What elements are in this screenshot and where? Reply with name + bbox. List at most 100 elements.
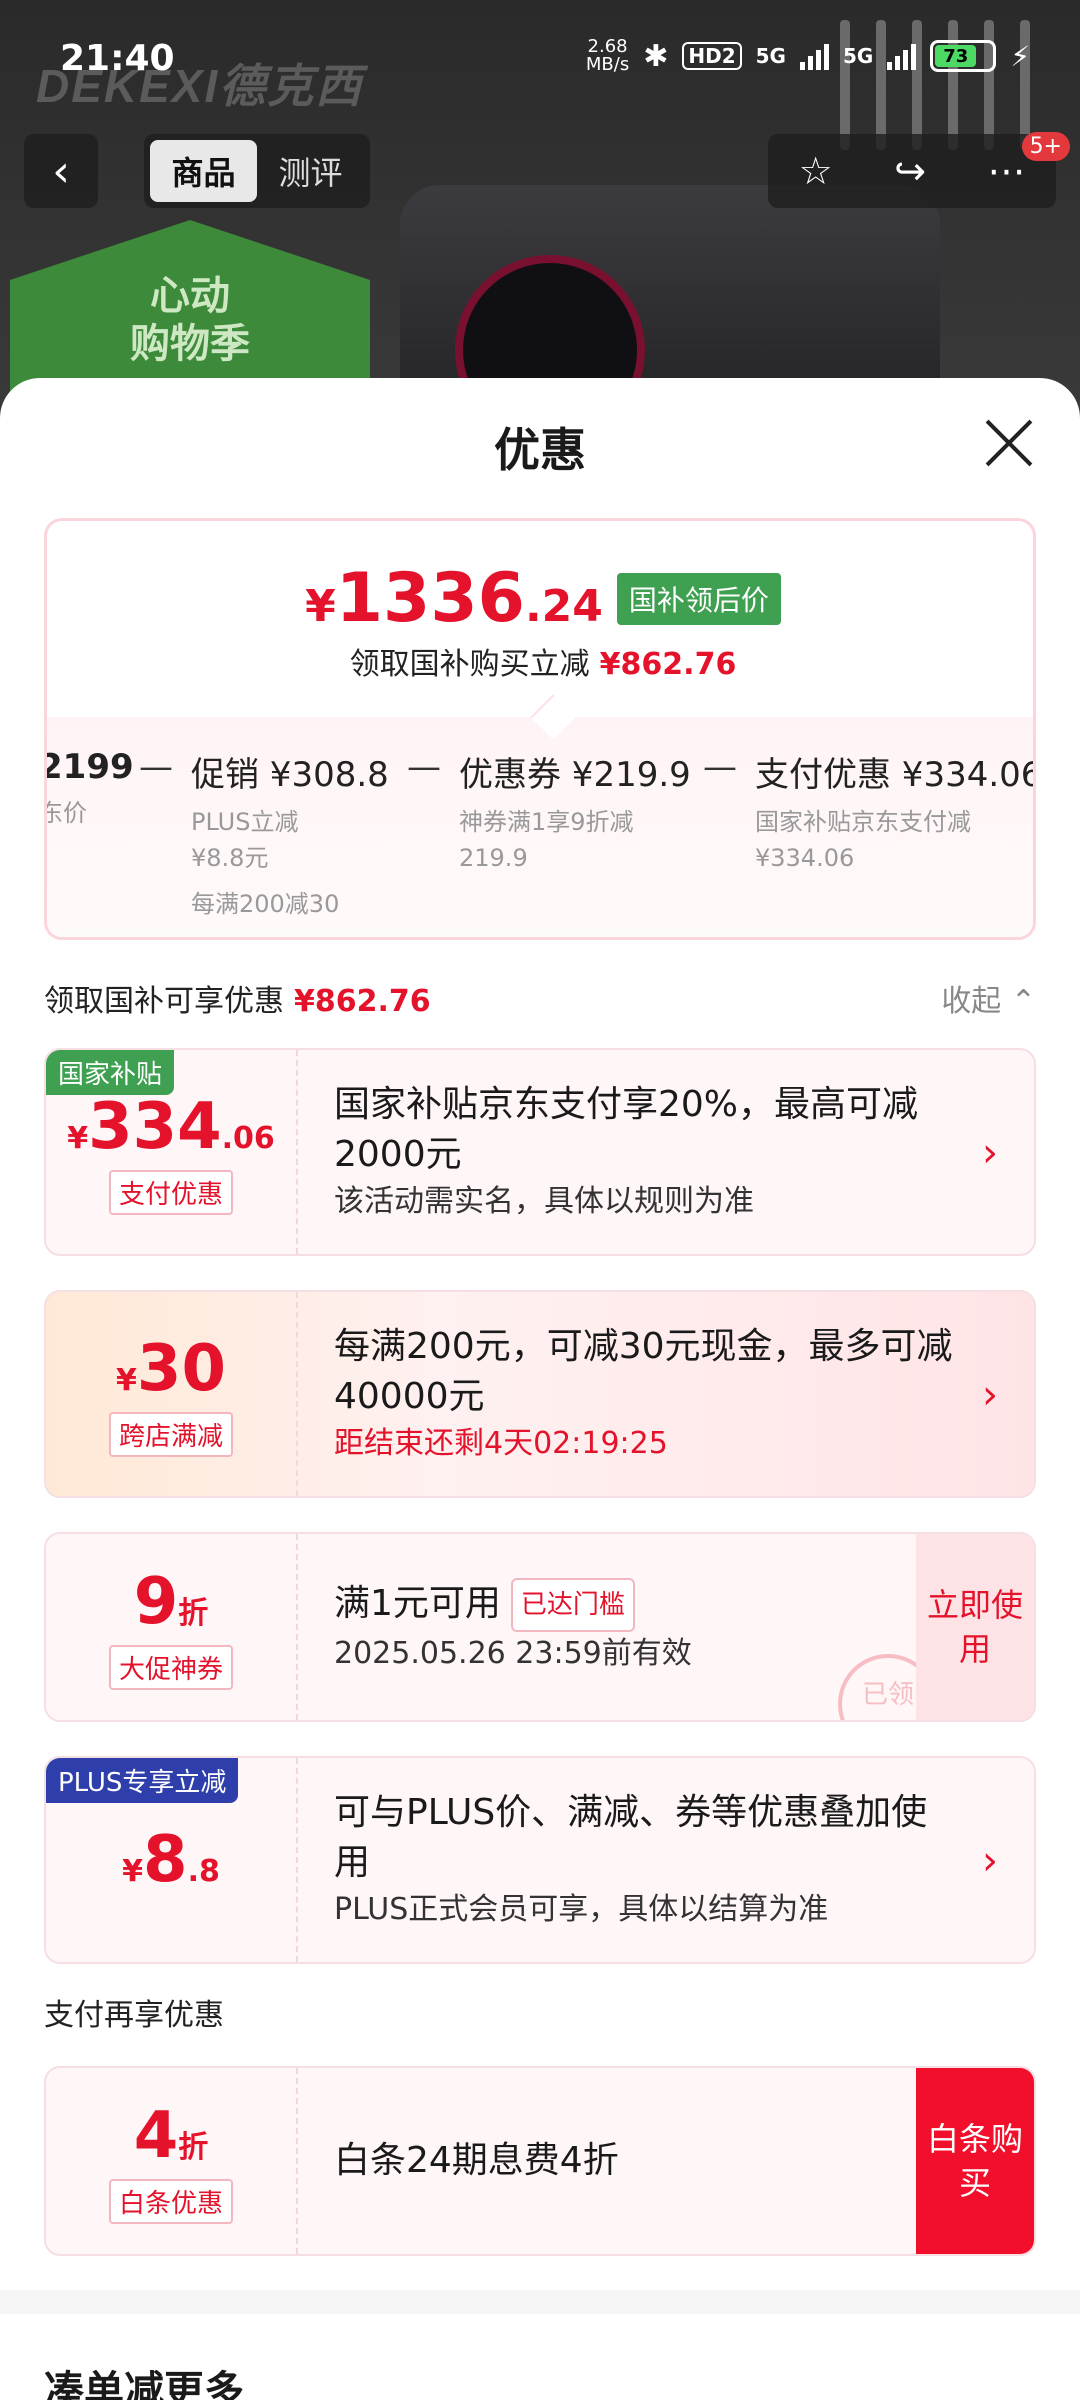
chevron-right-icon: › xyxy=(982,1838,998,1884)
offer-integer: 334 xyxy=(88,1089,222,1164)
offer-value: 4 折 白条优惠 xyxy=(46,2068,298,2254)
offer-card-plus[interactable]: ¥ 8 .8 PLUS专享立减 可与PLUS价、满减、券等优惠叠加使用 PLUS… xyxy=(44,1756,1036,1964)
breakdown-item: 支付优惠 ¥334.06 国家补贴京东支付减 ¥334.06 xyxy=(755,747,1036,876)
price-breakdown: 2199 东价 — 促销 ¥308.8 PLUS立减 ¥8.8元 每满200减3… xyxy=(44,747,1036,937)
offer-tag: 支付优惠 xyxy=(108,1169,233,1215)
breakdown-line: 神券满1享9折减 xyxy=(459,808,634,836)
offer-title: 国家补贴京东支付享20%，最高可减2000元 xyxy=(334,1084,919,1175)
share-icon[interactable]: ↪ xyxy=(894,149,926,193)
section-divider xyxy=(0,2290,1080,2314)
pay-section-label: 支付再享优惠 xyxy=(44,1998,224,2033)
offer-card-baitiao: 4 折 白条优惠 白条24期息费4折 白条购买 xyxy=(44,2066,1036,2256)
offer-currency: ¥ xyxy=(67,1120,89,1156)
offer-card-coupon: 9 折 大促神券 满1元可用 已达门槛 2025.05.26 23:59前有效 已… xyxy=(44,1532,1036,1722)
bluetooth-icon: ✱ xyxy=(643,38,669,74)
signal-bars-icon-2 xyxy=(887,42,917,70)
offer-tag: 白条优惠 xyxy=(108,2178,233,2224)
offer-title: 满1元可用 xyxy=(334,1583,501,1624)
section-label: 领取国补可享优惠 ¥862.76 xyxy=(44,976,431,1020)
close-icon[interactable] xyxy=(984,418,1034,468)
tab-switcher: 商品 测评 xyxy=(144,134,370,208)
breakdown-item: 促销 ¥308.8 PLUS立减 ¥8.8元 每满200减30 xyxy=(191,747,389,922)
offer-tag: 跨店满减 xyxy=(108,1411,233,1457)
signal-5g-label: 5G xyxy=(755,44,786,68)
offer-currency: ¥ xyxy=(122,1854,144,1889)
baitiao-buy-button[interactable]: 白条购买 xyxy=(916,2068,1034,2254)
chevron-left-icon: ‹ xyxy=(52,145,70,197)
status-icons: 2.68 MB/s ✱ HD2 5G 5G 73 ⚡ xyxy=(586,38,1030,74)
breakdown-line: ¥334.06 xyxy=(755,844,855,872)
notification-badge: 5+ xyxy=(1021,132,1070,161)
corner-badge: 国家补贴 xyxy=(46,1050,175,1095)
offer-decimal: .06 xyxy=(221,1120,275,1156)
offer-validity: 2025.05.26 23:59前有效 xyxy=(334,1636,692,1671)
offer-title: 可与PLUS价、满减、券等优惠叠加使用 xyxy=(334,1792,928,1883)
price-decimal: .24 xyxy=(524,581,603,632)
threshold-chip: 已达门槛 xyxy=(510,1578,635,1632)
breakdown-line: PLUS立减 xyxy=(191,808,299,836)
offer-integer: 30 xyxy=(136,1331,226,1406)
breakdown-title: 促销 ¥308.8 xyxy=(191,755,389,795)
back-button[interactable]: ‹ xyxy=(24,134,98,208)
breakdown-item: 优惠券 ¥219.9 神券满1享9折减 219.9 xyxy=(459,747,691,876)
section-label-text: 领取国补可享优惠 xyxy=(44,984,284,1019)
offer-currency: ¥ xyxy=(116,1362,137,1398)
hd-voice-icon: HD2 xyxy=(682,42,742,70)
more-section-title: 凑单减更多 xyxy=(44,2368,244,2400)
offer-note: 该活动需实名，具体以规则为准 xyxy=(334,1184,754,1219)
breakdown-title: 优惠券 ¥219.9 xyxy=(459,755,691,795)
offer-title: 白条24期息费4折 xyxy=(334,2140,619,2181)
tab-product[interactable]: 商品 xyxy=(150,140,257,202)
offer-tag: 大促神券 xyxy=(108,1644,233,1690)
offer-card-cross-store[interactable]: ¥ 30 跨店满减 每满200元，可减30元现金，最多可减40000元 距结束还… xyxy=(44,1290,1036,1498)
discount-sheet: 优惠 ¥ 1336 .24 国补领后价 领取国补购买立减 ¥862.76 2199… xyxy=(0,378,1080,2400)
price-integer: 1336 xyxy=(335,559,525,638)
price-currency: ¥ xyxy=(305,581,336,632)
signal-bars-icon xyxy=(799,42,829,70)
tab-review[interactable]: 测评 xyxy=(257,140,364,202)
offer-unit: 折 xyxy=(178,1595,209,1631)
breakdown-line: 东价 xyxy=(47,799,87,827)
net-speed-unit: MB/s xyxy=(585,54,630,75)
chevron-right-icon: › xyxy=(982,1130,998,1176)
breakdown-line: 每满200减30 xyxy=(191,890,340,918)
countdown: 距结束还剩4天02:19:25 xyxy=(334,1426,668,1461)
corner-badge: PLUS专享立减 xyxy=(46,1758,239,1803)
breakdown-line: ¥8.8元 xyxy=(191,844,269,872)
sheet-title: 优惠 xyxy=(494,423,586,477)
promo-line1: 心动 xyxy=(150,273,230,319)
breakdown-line: 国家补贴京东支付减 xyxy=(755,808,971,836)
minus-sign: — xyxy=(139,747,173,787)
offer-decimal: .8 xyxy=(187,1854,220,1889)
offer-unit: 折 xyxy=(178,2129,209,2165)
status-bar: 21:40 2.68 MB/s ✱ HD2 5G 5G 73 ⚡ xyxy=(0,0,1080,120)
offer-integer: 8 xyxy=(143,1823,188,1897)
chevron-right-icon: › xyxy=(982,1372,998,1418)
saving-line: 领取国补购买立减 ¥862.76 xyxy=(47,639,1033,683)
breakdown-title: 2199 xyxy=(44,747,134,787)
gov-subsidy-price-tag: 国补领后价 xyxy=(616,572,781,625)
action-bar: ☆ ↪ ⋯ xyxy=(768,134,1056,208)
saving-text: 领取国补购买立减 xyxy=(349,647,590,682)
price-summary: ¥ 1336 .24 国补领后价 领取国补购买立减 ¥862.76 2199 东价… xyxy=(44,518,1036,940)
section-amount: ¥862.76 xyxy=(294,984,431,1019)
star-icon[interactable]: ☆ xyxy=(799,149,833,193)
top-nav: ‹ 商品 测评 ☆ ↪ ⋯ 5+ xyxy=(0,130,1080,214)
offer-value: ¥ 30 跨店满减 xyxy=(46,1292,298,1496)
signal-5g-label-2: 5G xyxy=(842,44,874,68)
offer-note: PLUS正式会员可享，具体以结算为准 xyxy=(334,1892,829,1927)
promo-line2: 购物季 xyxy=(130,321,250,367)
charging-icon: ⚡ xyxy=(1010,39,1030,73)
battery-level: 73 xyxy=(935,45,977,67)
use-now-button[interactable]: 立即使用 xyxy=(916,1534,1034,1720)
offer-card-gov-subsidy[interactable]: ¥ 334 .06 支付优惠 国家补贴 国家补贴京东支付享20%，最高可减200… xyxy=(44,1048,1036,1256)
final-price: ¥ 1336 .24 国补领后价 xyxy=(47,559,1033,638)
offer-integer: 4 xyxy=(133,2098,179,2173)
minus-sign: — xyxy=(407,747,441,787)
chevron-up-icon: ⌃ xyxy=(1010,984,1036,1019)
breakdown-title: 支付优惠 ¥334.06 xyxy=(755,755,1036,795)
collapse-label: 收起 xyxy=(941,984,1002,1019)
saving-amount: ¥862.76 xyxy=(599,647,737,682)
more-icon[interactable]: ⋯ xyxy=(987,149,1025,193)
collapse-button[interactable]: 收起 ⌃ xyxy=(941,976,1036,1020)
